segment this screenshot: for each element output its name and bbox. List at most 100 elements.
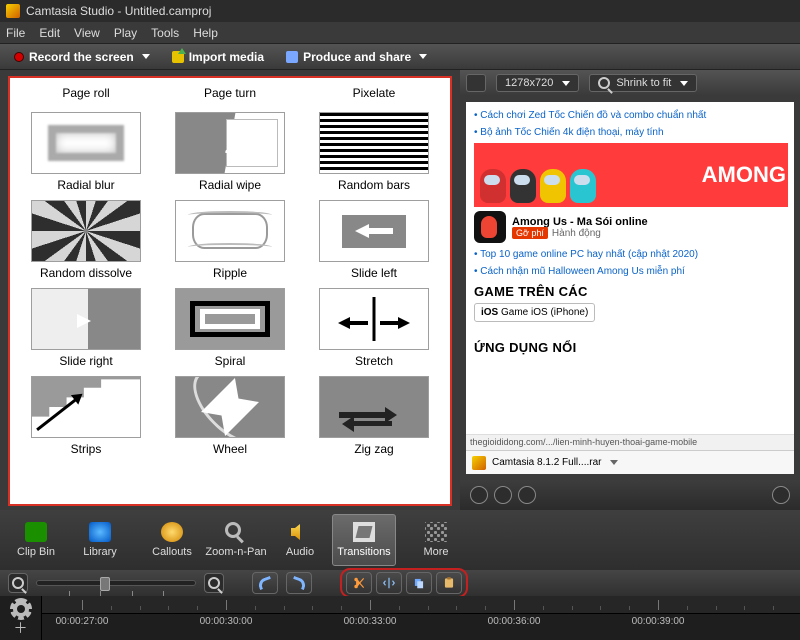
split-button[interactable]: [376, 572, 402, 594]
scissors-icon: [352, 576, 366, 590]
preview-app-row: Among Us - Ma Sói online Gỡ phíHành động: [474, 211, 788, 243]
right-panel: 1278x720 Shrink to fit Cách chơi Zed Tốc…: [460, 70, 800, 510]
main-toolbar: Record the screen Import media Produce a…: [0, 44, 800, 70]
tab-audio[interactable]: Audio: [268, 514, 332, 566]
next-frame-button[interactable]: [518, 486, 536, 504]
more-icon: [425, 522, 447, 542]
timeline-time-label: 00:00:30:00: [200, 616, 253, 627]
preview-section-heading: ỨNG DỤNG NỔI: [474, 340, 788, 355]
tab-callouts[interactable]: Callouts: [140, 514, 204, 566]
paste-button[interactable]: [436, 572, 462, 594]
transition-thumb: [319, 288, 429, 350]
transition-item-ripple[interactable]: Ripple: [162, 200, 298, 280]
preview-playback-bar: [460, 480, 800, 510]
cut-button[interactable]: [346, 572, 372, 594]
preview-banner-text: AMONG: [702, 162, 786, 188]
transition-item-random-dissolve[interactable]: Random dissolve: [18, 200, 154, 280]
transition-item-zig-zag[interactable]: Zig zag: [306, 376, 442, 456]
fullscreen-button[interactable]: [772, 486, 790, 504]
timeline-toolbar: [0, 570, 800, 596]
copy-button[interactable]: [406, 572, 432, 594]
transition-name: Stretch: [355, 354, 393, 368]
tab-library[interactable]: Library: [68, 514, 132, 566]
transition-name: Random dissolve: [40, 266, 132, 280]
split-icon: [382, 576, 396, 590]
tab-label: More: [423, 546, 448, 558]
timeline-time-label: 00:00:39:00: [632, 616, 685, 627]
transition-thumb: [31, 376, 141, 438]
left-panel: Page roll Page turn Pixelate Radial blur…: [0, 70, 460, 510]
add-track-button[interactable]: ＋: [14, 621, 28, 635]
undo-button[interactable]: [252, 572, 278, 594]
transitions-panel: Page roll Page turn Pixelate Radial blur…: [8, 76, 452, 506]
transition-thumb: [175, 112, 285, 174]
redo-button[interactable]: [286, 572, 312, 594]
transitions-icon: [353, 522, 375, 542]
menu-tools[interactable]: Tools: [151, 26, 179, 40]
library-icon: [89, 522, 111, 542]
transition-thumb: [31, 288, 141, 350]
transition-item-radial-wipe[interactable]: Radial wipe: [162, 112, 298, 192]
magnifier-icon: [208, 577, 220, 589]
transition-item-random-bars[interactable]: Random bars: [306, 112, 442, 192]
menu-edit[interactable]: Edit: [39, 26, 60, 40]
tab-label: Audio: [286, 546, 314, 558]
preview-dimensions-dropdown[interactable]: 1278x720: [496, 74, 579, 92]
timeline-controls: ＋: [0, 596, 42, 640]
app-icon: [474, 211, 506, 243]
window-title: Camtasia Studio - Untitled.camproj: [26, 4, 211, 18]
transition-header-label: Page turn: [162, 82, 298, 104]
transitions-scroll[interactable]: Page roll Page turn Pixelate Radial blur…: [10, 78, 450, 504]
produce-share-button[interactable]: Produce and share: [280, 48, 433, 66]
transition-item-spiral[interactable]: Spiral: [162, 288, 298, 368]
tab-clip-bin[interactable]: Clip Bin: [4, 514, 68, 566]
menu-view[interactable]: View: [74, 26, 100, 40]
app-title: Among Us - Ma Sói online: [512, 216, 648, 228]
record-icon: [14, 52, 24, 62]
tab-label: Callouts: [152, 546, 192, 558]
preview-crop-button[interactable]: [466, 74, 486, 92]
transition-header-label: Page roll: [18, 82, 154, 104]
play-button[interactable]: [494, 486, 512, 504]
gear-icon[interactable]: [13, 601, 29, 617]
transition-item-slide-right[interactable]: Slide right: [18, 288, 154, 368]
preview-fit-dropdown[interactable]: Shrink to fit: [589, 74, 697, 92]
preview-banner: AMONG: [474, 143, 788, 207]
menu-help[interactable]: Help: [193, 26, 218, 40]
zoom-out-button[interactable]: [8, 573, 28, 593]
timeline[interactable]: ＋ 00:00:27:0000:00:30:0000:00:33:0000:00…: [0, 596, 800, 640]
timeline-ruler-area[interactable]: 00:00:27:0000:00:30:0000:00:33:0000:00:3…: [42, 596, 800, 640]
transition-name: Strips: [71, 442, 102, 456]
transition-item-wheel[interactable]: Wheel: [162, 376, 298, 456]
zoom-in-button[interactable]: [204, 573, 224, 593]
transition-name: Spiral: [215, 354, 246, 368]
menu-play[interactable]: Play: [114, 26, 137, 40]
caret-down-icon: [419, 54, 427, 59]
tab-transitions[interactable]: Transitions: [332, 514, 396, 566]
download-icon: [472, 456, 486, 470]
tab-label: Clip Bin: [17, 546, 55, 558]
record-screen-button[interactable]: Record the screen: [8, 48, 156, 66]
transition-name: Slide left: [351, 266, 397, 280]
transition-name: Random bars: [338, 178, 410, 192]
zoom-slider[interactable]: [36, 580, 196, 586]
preview-link: Bộ ảnh Tốc Chiến 4k điện thoại, máy tính: [474, 127, 788, 140]
transition-item-stretch[interactable]: Stretch: [306, 288, 442, 368]
transition-thumb: [31, 200, 141, 262]
caret-down-icon: [680, 81, 688, 86]
paste-icon: [442, 576, 456, 590]
transition-item-radial-blur[interactable]: Radial blur: [18, 112, 154, 192]
transition-item-strips[interactable]: Strips: [18, 376, 154, 456]
prev-frame-button[interactable]: [470, 486, 488, 504]
tab-more[interactable]: More: [404, 514, 468, 566]
tab-zoom-n-pan[interactable]: Zoom-n-Pan: [204, 514, 268, 566]
import-media-button[interactable]: Import media: [166, 48, 270, 66]
status-url: thegioididong.com/.../lien-minh-huyen-th…: [466, 434, 794, 450]
menu-file[interactable]: File: [6, 26, 25, 40]
download-bar: Camtasia 8.1.2 Full....rar: [466, 450, 794, 474]
main-area: Page roll Page turn Pixelate Radial blur…: [0, 70, 800, 510]
transition-item-slide-left[interactable]: Slide left: [306, 200, 442, 280]
preview-canvas[interactable]: Cách chơi Zed Tốc Chiến đồ và combo chuẩ…: [466, 102, 794, 474]
caret-down-icon: [142, 54, 150, 59]
slider-thumb[interactable]: [100, 577, 110, 591]
